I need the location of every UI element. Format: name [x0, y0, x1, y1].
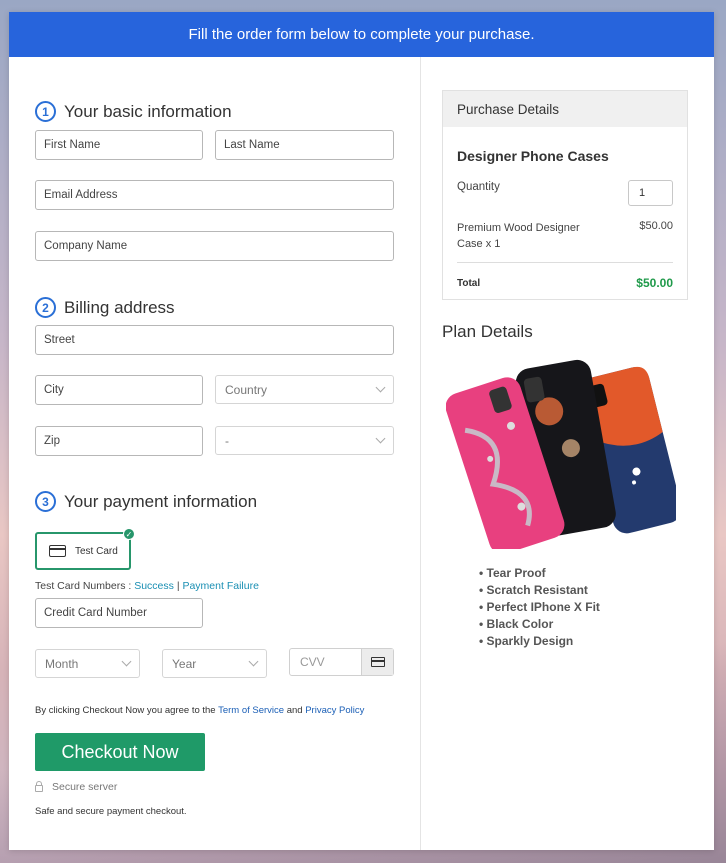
terms-text: By clicking Checkout Now you agree to th…	[35, 705, 364, 716]
feature-item: Tear Proof	[479, 565, 600, 582]
state-select[interactable]: -	[215, 426, 394, 455]
street-input[interactable]: Street	[35, 325, 394, 355]
features-list: Tear Proof Scratch Resistant Perfect IPh…	[479, 565, 600, 650]
quantity-label: Quantity	[457, 181, 500, 193]
feature-item: Sparkly Design	[479, 633, 600, 650]
section-title: Your payment information	[64, 491, 258, 511]
terms-and: and	[284, 705, 306, 716]
test-card-option[interactable]: Test Card ✓	[35, 528, 135, 570]
checkout-button[interactable]: Checkout Now	[35, 733, 205, 771]
order-form-card: Fill the order form below to complete yo…	[9, 12, 714, 850]
lock-icon	[35, 781, 43, 792]
product-name: Designer Phone Cases	[457, 148, 609, 164]
purchase-details-box: Purchase Details Designer Phone Cases Qu…	[442, 90, 688, 300]
cvv-input[interactable]: CVV	[289, 648, 394, 676]
year-select[interactable]: Year	[162, 649, 267, 678]
success-link[interactable]: Success	[134, 580, 174, 592]
company-input[interactable]: Company Name	[35, 231, 394, 261]
step-number: 1	[35, 101, 56, 122]
terms-of-service-link[interactable]: Term of Service	[218, 705, 284, 716]
test-numbers-label: Test Card Numbers :	[35, 580, 135, 592]
section-title: Billing address	[64, 297, 175, 317]
first-name-input[interactable]: First Name	[35, 130, 203, 160]
test-card-numbers: Test Card Numbers : Success | Payment Fa…	[35, 580, 259, 592]
total-value: $50.00	[636, 276, 673, 290]
feature-item: Black Color	[479, 616, 600, 633]
step-number: 2	[35, 297, 56, 318]
chevron-down-icon	[121, 656, 132, 667]
section-billing: 2 Billing address	[35, 297, 175, 318]
country-select-value: Country	[225, 382, 268, 397]
state-select-value: -	[225, 433, 229, 448]
secure-server: Secure server	[35, 781, 117, 793]
test-card-label: Test Card	[75, 545, 118, 557]
city-input[interactable]: City	[35, 375, 203, 405]
line-item-name: Premium Wood Designer Case x 1	[457, 222, 580, 250]
month-select-value: Month	[45, 656, 79, 671]
payment-failure-link[interactable]: Payment Failure	[182, 580, 258, 592]
credit-card-icon	[49, 545, 66, 557]
phone-cases-image	[446, 359, 676, 549]
country-select[interactable]: Country	[215, 375, 394, 404]
cvv-card-button	[361, 649, 393, 675]
step-number: 3	[35, 491, 56, 512]
plan-details-title: Plan Details	[442, 322, 533, 341]
month-select[interactable]: Month	[35, 649, 140, 678]
section-payment: 3 Your payment information	[35, 491, 257, 512]
summary-column: Purchase Details Designer Phone Cases Qu…	[422, 57, 714, 850]
last-name-input[interactable]: Last Name	[215, 130, 394, 160]
separator: |	[176, 580, 180, 592]
section-basic-info: 1 Your basic information	[35, 101, 232, 122]
line-item-price: $50.00	[639, 220, 673, 232]
total-label: Total	[457, 278, 481, 289]
section-title: Your basic information	[64, 101, 232, 121]
safe-checkout-text: Safe and secure payment checkout.	[35, 806, 187, 817]
terms-prefix: By clicking Checkout Now you agree to th…	[35, 705, 219, 716]
feature-item: Perfect IPhone X Fit	[479, 599, 600, 616]
zip-input[interactable]: Zip	[35, 426, 203, 456]
chevron-down-icon	[375, 433, 386, 444]
chevron-down-icon	[248, 656, 259, 667]
credit-card-icon	[370, 657, 385, 667]
quantity-input[interactable]: 1	[628, 180, 673, 206]
check-icon: ✓	[123, 528, 135, 540]
privacy-policy-link[interactable]: Privacy Policy	[305, 705, 364, 716]
banner: Fill the order form below to complete yo…	[9, 12, 714, 57]
cvv-placeholder: CVV	[300, 655, 325, 669]
divider	[457, 262, 673, 263]
email-input[interactable]: Email Address	[35, 180, 394, 210]
purchase-details-header: Purchase Details	[443, 91, 687, 127]
chevron-down-icon	[375, 382, 386, 393]
secure-server-label: Secure server	[52, 781, 118, 793]
form-column: 1 Your basic information First Name Last…	[9, 57, 421, 850]
feature-item: Scratch Resistant	[479, 582, 600, 599]
card-number-input[interactable]: Credit Card Number	[35, 598, 203, 628]
year-select-value: Year	[172, 656, 197, 671]
